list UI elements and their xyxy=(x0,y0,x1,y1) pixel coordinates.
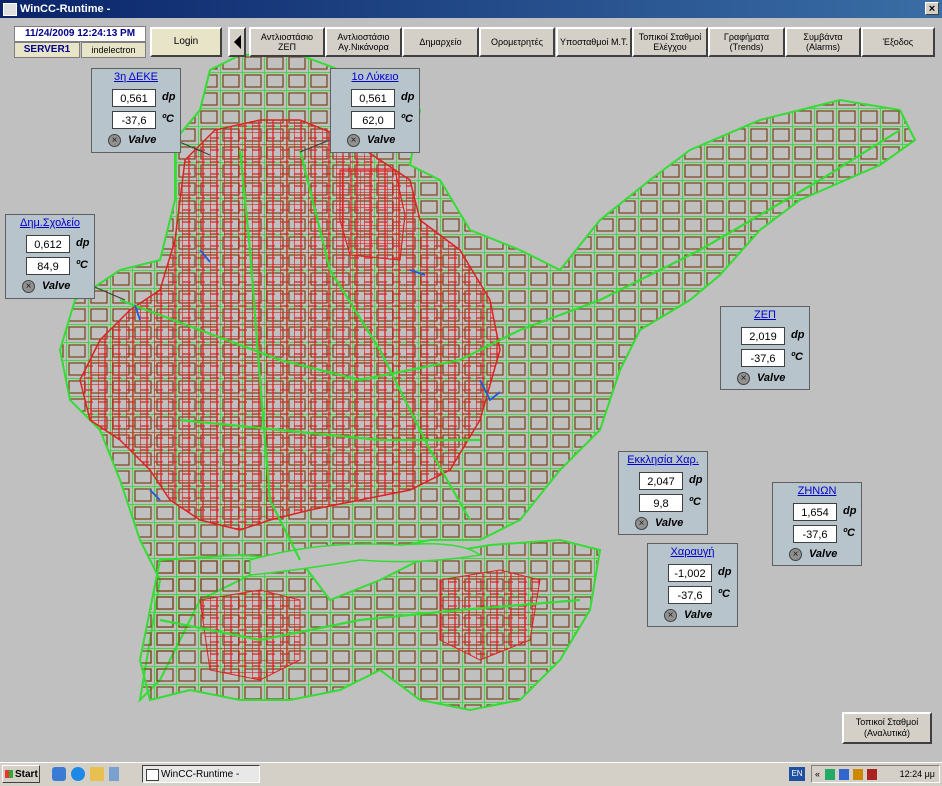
temperature-unit: ºC xyxy=(401,113,413,125)
station-title[interactable]: Δημ.Σχολείο xyxy=(6,217,94,229)
valve-status-icon[interactable]: × xyxy=(789,548,802,561)
temperature-value: 62,0 xyxy=(351,111,395,129)
menu-flow-meters[interactable]: Ορομετρητές xyxy=(479,27,555,57)
station-panel-xaravgi[interactable]: Χαραυγή -1,002 dp -37,6 ºC × Valve xyxy=(647,543,738,627)
window-title: WinCC-Runtime - xyxy=(20,3,111,15)
temperature-value: -37,6 xyxy=(793,525,837,543)
valve-status-icon[interactable]: × xyxy=(664,609,677,622)
menu-pumping-station-zep[interactable]: Αντλιοστάσιο ΖΕΠ xyxy=(249,27,325,57)
dp-unit: dp xyxy=(718,566,732,578)
temperature-unit: ºC xyxy=(76,259,88,271)
valve-label: Valve xyxy=(809,548,838,560)
show-desktop-icon[interactable] xyxy=(52,767,66,781)
valve-status-icon[interactable]: × xyxy=(347,134,360,147)
station-title[interactable]: Εκκλησία Χαρ. xyxy=(619,454,707,466)
window-titlebar: WinCC-Runtime - × xyxy=(0,0,942,18)
valve-status-icon[interactable]: × xyxy=(22,280,35,293)
menu-town-hall[interactable]: Δημαρχείο xyxy=(402,27,479,57)
menu-exit[interactable]: Έξοδος xyxy=(861,27,935,57)
wincc-app-icon xyxy=(3,3,17,16)
system-tray: « 12:24 μμ xyxy=(811,765,940,783)
dp-unit: dp xyxy=(843,505,857,517)
folder-icon[interactable] xyxy=(90,767,104,781)
station-panel-3i-deke[interactable]: 3η ΔΕΚΕ 0,561 dp -37,6 ºC × Valve xyxy=(91,68,181,153)
temperature-unit: ºC xyxy=(843,527,855,539)
valve-label: Valve xyxy=(684,609,713,621)
close-window-button[interactable]: × xyxy=(925,2,939,15)
station-title[interactable]: 1ο Λύκειο xyxy=(331,71,419,83)
tray-icons[interactable] xyxy=(825,769,885,780)
valve-label: Valve xyxy=(757,372,786,384)
menu-substations[interactable]: Υποσταθμοί Μ.Τ. xyxy=(556,27,632,57)
station-panel-zep[interactable]: ΖΕΠ 2,019 dp -37,6 ºC × Valve xyxy=(720,306,810,390)
temperature-unit: ºC xyxy=(162,113,174,125)
dp-unit: dp xyxy=(401,91,415,103)
valve-label: Valve xyxy=(42,280,71,292)
valve-status-icon[interactable]: × xyxy=(108,134,121,147)
station-title[interactable]: ΖΕΠ xyxy=(721,309,809,321)
task-label: WinCC-Runtime - xyxy=(161,769,240,780)
internet-explorer-icon[interactable] xyxy=(71,767,85,781)
taskbar-wincc-runtime[interactable]: WinCC-Runtime - xyxy=(142,765,260,783)
temperature-value: 9,8 xyxy=(639,494,683,512)
start-button[interactable]: Start xyxy=(2,765,40,783)
wincc-task-icon xyxy=(146,769,159,781)
dp-value: -1,002 xyxy=(668,564,712,582)
wincc-runtime-screen: 11/24/2009 12:24:13 PM SERVER1 indelectr… xyxy=(0,18,942,762)
station-title[interactable]: Χαραυγή xyxy=(648,546,737,558)
login-button[interactable]: Login xyxy=(150,27,222,57)
station-title[interactable]: 3η ΔΕΚΕ xyxy=(92,71,180,83)
temperature-value: -37,6 xyxy=(741,349,785,367)
dp-unit: dp xyxy=(689,474,703,486)
station-panel-zinon[interactable]: ΖΗΝΩΝ 1,654 dp -37,6 ºC × Valve xyxy=(772,482,862,566)
menu-trends[interactable]: Γραφήματα (Trends) xyxy=(708,27,785,57)
temperature-unit: ºC xyxy=(791,351,803,363)
dp-value: 1,654 xyxy=(793,503,837,521)
dp-value: 0,561 xyxy=(112,89,156,107)
dp-value: 0,561 xyxy=(351,89,395,107)
language-indicator[interactable]: EN xyxy=(789,767,805,781)
dp-unit: dp xyxy=(791,329,805,341)
station-panel-ekklisia-xar[interactable]: Εκκλησία Χαρ. 2,047 dp 9,8 ºC × Valve xyxy=(618,451,708,535)
dp-unit: dp xyxy=(162,91,176,103)
dp-unit: dp xyxy=(76,237,90,249)
valve-status-icon[interactable]: × xyxy=(635,517,648,530)
temperature-unit: ºC xyxy=(718,588,730,600)
temperature-value: -37,6 xyxy=(668,586,712,604)
windows-logo-icon xyxy=(5,770,13,778)
valve-status-icon[interactable]: × xyxy=(737,372,750,385)
menu-pumping-station-ag-nikanora[interactable]: Αντλιοστάσιο Αγ.Νικάνορα xyxy=(325,27,402,57)
valve-label: Valve xyxy=(128,134,157,146)
menu-alarms[interactable]: Συμβάντα (Alarms) xyxy=(785,27,861,57)
station-panel-dim-sxoleio[interactable]: Δημ.Σχολείο 0,612 dp 84,9 ºC × Valve xyxy=(5,214,95,299)
temperature-unit: ºC xyxy=(689,496,701,508)
system-clock: 12:24 μμ xyxy=(899,769,935,779)
document-icon[interactable] xyxy=(109,767,119,781)
server-name: SERVER1 xyxy=(14,42,80,58)
current-datetime: 11/24/2009 12:24:13 PM xyxy=(14,26,146,42)
downtown-fine-grid xyxy=(339,169,406,261)
valve-label: Valve xyxy=(367,134,396,146)
tray-expand-chevron-icon[interactable]: « xyxy=(815,769,820,779)
start-label: Start xyxy=(15,769,38,780)
valve-label: Valve xyxy=(655,517,684,529)
local-stations-detail-button[interactable]: Τοπικοί Σταθμοί (Αναλυτικά) xyxy=(842,712,932,744)
menu-local-control-stations[interactable]: Τοπικοί Σταθμοί Ελέγχου xyxy=(632,27,708,57)
temperature-value: -37,6 xyxy=(112,111,156,129)
logged-user: indelectron xyxy=(81,42,146,58)
back-arrow-button[interactable] xyxy=(228,27,246,57)
windows-taskbar: Start WinCC-Runtime - EN « 12:24 μμ xyxy=(0,762,942,786)
dp-value: 2,019 xyxy=(741,327,785,345)
temperature-value: 84,9 xyxy=(26,257,70,275)
station-panel-1o-lykeio[interactable]: 1ο Λύκειο 0,561 dp 62,0 ºC × Valve xyxy=(330,68,420,153)
station-title[interactable]: ΖΗΝΩΝ xyxy=(773,485,861,497)
dp-value: 0,612 xyxy=(26,235,70,253)
dp-value: 2,047 xyxy=(639,472,683,490)
